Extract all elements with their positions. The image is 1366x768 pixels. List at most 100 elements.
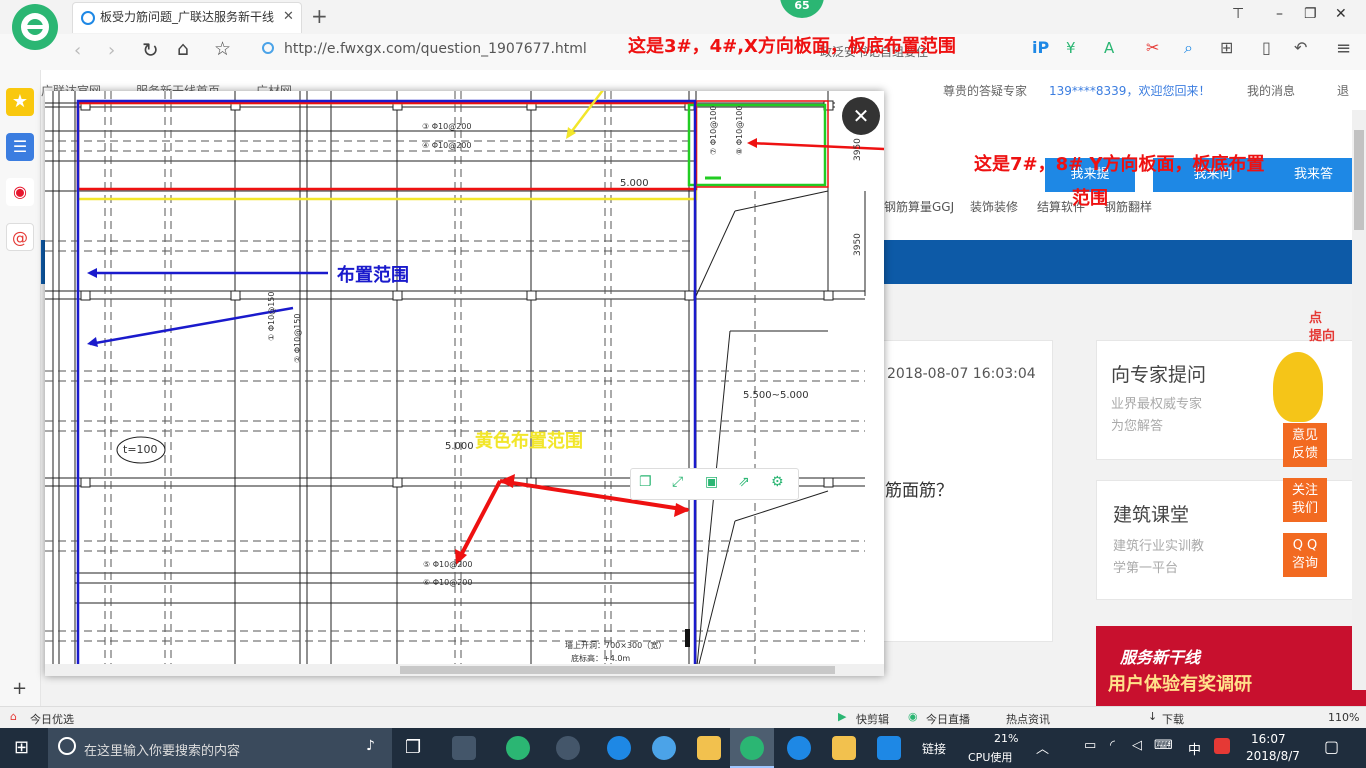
home-icon[interactable]: ⌂ <box>177 38 189 60</box>
app-g-icon[interactable] <box>787 736 811 760</box>
zoom-level[interactable]: 110% <box>1328 711 1359 724</box>
skin-button[interactable]: ⊤ <box>1232 6 1244 22</box>
tray-sogou-icon[interactable] <box>1214 738 1230 754</box>
subnav-decoration[interactable]: 装饰装修 <box>970 198 1018 215</box>
maximize-button[interactable]: ❐ <box>1304 6 1317 22</box>
tab-close-icon[interactable]: ✕ <box>283 9 294 24</box>
app-tool-icon[interactable] <box>877 736 901 760</box>
favorites-star-icon[interactable]: ★ <box>6 88 34 116</box>
menu-icon[interactable]: ≡ <box>1336 38 1351 59</box>
clock-date[interactable]: 2018/8/7 <box>1246 749 1300 763</box>
weibo-icon[interactable]: ◉ <box>6 178 34 206</box>
rebar-label-6: ⑥ Φ10@200 <box>423 578 473 587</box>
red-annotation-top: 这是3#，4#,X方向板面，板底布置范围 <box>628 36 956 57</box>
browser-logo-icon[interactable] <box>12 4 58 50</box>
forward-icon[interactable]: › <box>108 40 115 61</box>
app-ie-icon[interactable] <box>652 736 676 760</box>
tray-chevron-icon[interactable]: ︿ <box>1036 738 1049 757</box>
cpu-label: CPU使用 <box>968 751 1013 764</box>
quick-edit-link[interactable]: 快剪辑 <box>856 711 889 727</box>
live-link[interactable]: 今日直播 <box>926 711 970 727</box>
minimize-button[interactable]: – <box>1276 6 1283 22</box>
answer-button[interactable]: 我来答 <box>1261 158 1366 192</box>
tray-volume-icon[interactable]: ◁ <box>1132 738 1142 753</box>
news-link[interactable]: 热点资讯 <box>1006 711 1050 727</box>
undo-icon[interactable]: ↶ <box>1294 38 1307 57</box>
app-pinwheel-icon[interactable] <box>452 736 476 760</box>
back-icon[interactable]: ‹ <box>74 40 81 61</box>
mobile-icon[interactable]: ▯ <box>1262 38 1271 57</box>
notification-badge[interactable]: 65 <box>780 0 824 18</box>
quick-edit-icon: ▶ <box>838 710 847 723</box>
promo-sub: 用户体验有奖调研 <box>1108 674 1252 695</box>
cpu-percent: 21% <box>994 732 1019 745</box>
promo-banner[interactable]: 服务新干线 用户体验有奖调研 <box>1096 626 1366 706</box>
follow-button[interactable]: 关注 我们 <box>1283 478 1327 522</box>
course-title: 建筑课堂 <box>1113 504 1190 526</box>
lightbox-close-button[interactable]: ✕ <box>842 97 880 135</box>
lightbox-scrollbar[interactable] <box>45 664 884 676</box>
close-window-button[interactable]: ✕ <box>1335 6 1347 22</box>
tray-keyboard-icon[interactable]: ⌨ <box>1154 738 1173 753</box>
subnav-rebar[interactable]: 钢筋翻样 <box>1104 198 1152 215</box>
email-icon[interactable]: @ <box>6 223 34 251</box>
close-icon: ✕ <box>852 104 870 128</box>
news-icon[interactable]: ☰ <box>6 133 34 161</box>
save-icon[interactable]: ▣ <box>705 474 718 490</box>
yellow-annotation: 黄色布置范围 <box>475 431 583 452</box>
image-toolbar: ❐ ⤢ ▣ ⇗ ⚙ <box>630 468 799 500</box>
search-icon[interactable]: ⌕ <box>1184 38 1193 58</box>
app-qq-icon[interactable] <box>556 736 580 760</box>
expert-label: 尊贵的答疑专家 <box>943 84 1028 98</box>
logout-link[interactable]: 退 <box>1337 82 1349 99</box>
ask-expert-title: 向专家提问 <box>1111 364 1207 386</box>
expand-icon[interactable]: ⤢ <box>672 474 683 490</box>
tab-title: 板受力筋问题_广联达服务新干线 <box>100 10 275 24</box>
rebar-label-3: ③ Φ10@200 <box>422 122 472 131</box>
today-picks-link[interactable]: 今日优选 <box>30 711 74 727</box>
finance-icon[interactable]: ¥ <box>1066 39 1076 57</box>
url-input[interactable]: http://e.fwxgx.com/question_1907677.html <box>284 41 587 57</box>
user-welcome[interactable]: 139****8339，欢迎您回来！ <box>1049 82 1210 99</box>
app-notes-icon[interactable] <box>832 736 856 760</box>
settings-icon[interactable]: ⚙ <box>771 474 784 490</box>
add-sidebar-icon[interactable]: + <box>12 678 27 699</box>
windows-start-icon[interactable]: ⊞ <box>14 737 29 758</box>
favorite-star-icon[interactable]: ☆ <box>214 38 231 60</box>
notification-center-icon[interactable]: ▢ <box>1324 737 1339 756</box>
my-messages-link[interactable]: 我的消息 <box>1247 82 1295 99</box>
screenshot-icon[interactable]: ✂ <box>1146 38 1159 57</box>
ime-indicator[interactable]: 中 <box>1188 739 1201 758</box>
copy-icon[interactable]: ❐ <box>639 474 652 490</box>
new-tab-button[interactable]: + <box>311 4 328 28</box>
page-scrollbar[interactable] <box>1352 110 1366 690</box>
taskbar-search-input[interactable]: 在这里输入你要搜索的内容 <box>84 740 240 759</box>
subnav-ggj[interactable]: 钢筋算量GGJ <box>884 198 954 215</box>
download-link[interactable]: 下载 <box>1162 711 1184 727</box>
app-active-browser[interactable] <box>730 728 774 768</box>
extension-icon[interactable]: iP <box>1032 38 1049 57</box>
clock-time[interactable]: 16:07 <box>1251 732 1286 746</box>
red-arrow-right <box>749 141 884 151</box>
cortana-icon <box>58 737 76 755</box>
qq-button[interactable]: Q Q 咨询 <box>1283 533 1327 577</box>
mic-icon[interactable]: ♪ <box>366 738 375 754</box>
feedback-button[interactable]: 意见 反馈 <box>1283 423 1327 467</box>
ask-expert-sub2: 为您解答 <box>1111 419 1164 434</box>
live-icon: ◉ <box>908 710 918 723</box>
app-explorer-icon[interactable] <box>697 736 721 760</box>
tray-wifi-icon[interactable]: ◜ <box>1110 738 1115 753</box>
app-360-browser-icon[interactable] <box>506 736 530 760</box>
tray-battery-icon[interactable]: ▭ <box>1084 738 1096 753</box>
taskbar-search[interactable]: 在这里输入你要搜索的内容 ♪ <box>48 728 392 768</box>
apps-icon[interactable]: ⊞ <box>1220 38 1233 57</box>
download-icon: ↓ <box>1148 710 1158 723</box>
refresh-icon[interactable]: ↻ <box>142 38 159 62</box>
translate-icon[interactable]: A <box>1104 39 1114 57</box>
hole-note-2: 底标高：+4.0m <box>571 654 631 663</box>
app-edge-icon[interactable] <box>607 736 631 760</box>
blue-arrow-2 <box>89 306 294 346</box>
taskbar-links[interactable]: 链接 <box>922 740 946 757</box>
task-view-icon[interactable]: ❐ <box>405 737 421 758</box>
share-icon[interactable]: ⇗ <box>738 474 750 490</box>
